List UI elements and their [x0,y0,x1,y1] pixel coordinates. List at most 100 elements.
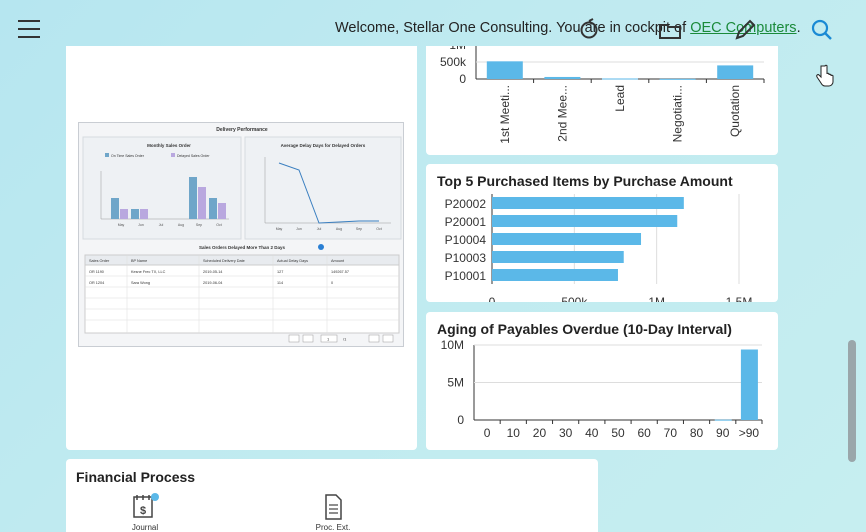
top-purchased-card: Top 5 Purchased Items by Purchase Amount… [426,164,778,309]
x-tick-label: 70 [664,426,678,440]
bar [717,65,754,79]
svg-text:May: May [118,223,125,227]
svg-text:Amount: Amount [331,259,345,263]
welcome-prefix: Welcome, Stellar One Consulting. You are… [335,20,691,36]
svg-text:Aug: Aug [336,227,342,231]
legend-delayed: Delayed Sales Order [177,154,210,158]
svg-text:Scheduled Delivery Date: Scheduled Delivery Date [203,259,245,263]
svg-text:Kesne Frec TX, LLC: Kesne Frec TX, LLC [131,270,166,274]
proc-ext-tile[interactable]: Proc. Ext. [303,493,363,532]
x-tick-label: 1st Meeti... [498,85,512,144]
y-tick-label: 500k [440,55,467,69]
x-tick-label: 2nd Mee... [555,85,569,142]
x-tick-label: 20 [533,426,547,440]
monthly-title: Monthly Sales Order [147,143,191,148]
avg-delay-title: Average Delay Days for Delayed Orders [281,143,366,148]
bar [602,78,638,80]
svg-text:0: 0 [331,281,333,285]
bar [492,215,678,227]
bar [740,349,758,420]
legend-on-time: On Time Sales Order [111,154,145,158]
bar [492,251,624,263]
svg-text:OR 1204: OR 1204 [89,281,104,285]
x-tick-label: >90 [739,426,760,440]
edit-icon[interactable] [733,18,757,42]
x-tick-label: 1.5M [726,295,753,302]
table-pager[interactable]: 1 /1 [288,334,394,343]
bar [492,269,618,281]
bar [714,419,732,421]
refresh-icon[interactable] [577,18,601,42]
info-icon[interactable] [318,244,324,250]
svg-text:127: 127 [277,270,283,274]
svg-text:114: 114 [277,281,283,285]
svg-text:Sara Wong: Sara Wong [131,281,150,285]
svg-text:Sales Order: Sales Order [89,259,110,263]
journal-icon: $ [133,493,159,518]
bar [492,197,684,209]
x-tick-label: 500k [561,295,588,302]
document-icon [325,494,342,520]
svg-text:Jul: Jul [317,227,322,231]
welcome-message: Welcome, Stellar One Consulting. You are… [335,20,801,36]
svg-text:Jun: Jun [296,227,302,231]
top-purchased-title: Top 5 Purchased Items by Purchase Amount [437,173,733,189]
x-tick-label: 1M [648,295,665,302]
folder-icon[interactable] [658,18,682,42]
search-icon[interactable] [810,18,834,42]
svg-text:149267.57: 149267.57 [331,270,349,274]
svg-text:/1: /1 [343,337,347,342]
x-tick-label: 50 [611,426,625,440]
page-scrollbar[interactable] [848,340,856,462]
x-tick-label: 10 [507,426,521,440]
x-tick-label: 0 [489,295,496,302]
proc-ext-label: Proc. Ext. [315,523,351,532]
svg-text:Aug: Aug [178,223,184,227]
svg-text:May: May [276,227,283,231]
sales-stage-chart: 0 500k 1M 1st Meeti... 2nd Mee... Lead Negotia… [440,38,765,144]
aging-payables-card: Aging of Payables Overdue (10-Day Interv… [426,312,778,450]
y-tick-label: P10001 [445,269,487,283]
financial-process-card: Financial Process $ Journal Proc. Ext. [66,459,598,532]
menu-icon[interactable] [18,20,40,38]
x-tick-label: 80 [690,426,704,440]
y-tick-label: P10003 [445,251,487,265]
x-tick-label: 0 [484,426,491,440]
journal-tile[interactable]: $ Journal [115,493,175,532]
hand-cursor-icon [816,64,834,87]
bar [544,76,581,79]
delivery-performance-thumbnail[interactable]: Delivery Performance Monthly Sales Order… [78,122,404,347]
x-tick-label: Negotiati... [671,85,685,142]
svg-text:2019-06-04: 2019-06-04 [203,281,222,285]
y-tick-label: 0 [457,413,464,427]
svg-text:Oct: Oct [216,223,221,227]
svg-text:OR 1190: OR 1190 [89,270,104,274]
bar [492,233,642,245]
svg-text:Jul: Jul [159,223,164,227]
x-tick-label: 60 [638,426,652,440]
welcome-suffix: . [796,20,801,36]
svg-text:Oct: Oct [376,227,381,231]
x-tick-label: 30 [559,426,573,440]
x-tick-label: 40 [585,426,599,440]
delayed-orders-title: Sales Orders Delayed More Than 2 Days [199,245,286,250]
x-tick-label: 90 [716,426,730,440]
y-tick-label: P20002 [445,197,487,211]
bar [486,61,523,79]
svg-text:$: $ [140,505,146,517]
y-tick-label: P10004 [445,233,487,247]
svg-text:Jun: Jun [138,223,144,227]
financial-process-title: Financial Process [76,469,196,485]
x-tick-label: Quotation [728,85,742,137]
y-tick-label: 5M [447,376,464,390]
svg-text:2019-05-14: 2019-05-14 [203,270,222,274]
y-tick-label: 1M [449,46,466,52]
y-tick-label: 0 [459,72,466,86]
svg-text:Sep: Sep [356,227,362,231]
y-tick-label: 10M [441,338,464,352]
bar [659,78,696,80]
sales-stage-card: 0 500k 1M 1st Meeti... 2nd Mee... Lead Negotia… [426,38,778,155]
y-tick-label: P20001 [445,215,487,229]
x-tick-label: Lead [613,85,627,112]
svg-text:Sep: Sep [196,223,202,227]
